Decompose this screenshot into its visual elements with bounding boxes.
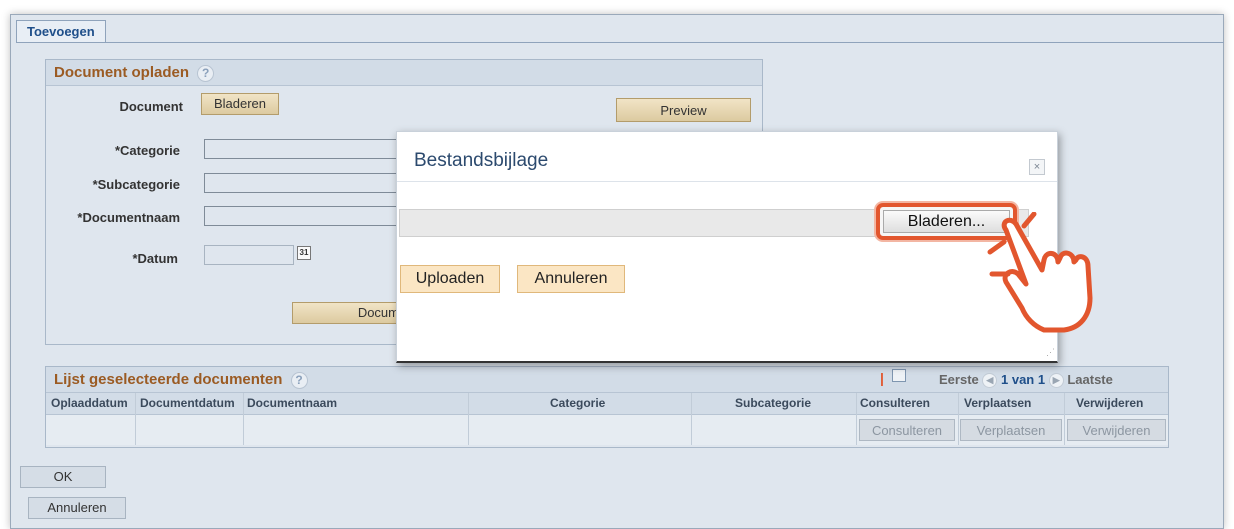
ok-button[interactable]: OK	[20, 466, 106, 488]
column-divider	[135, 393, 136, 445]
col-documentdatum[interactable]: Documentdatum	[140, 396, 235, 410]
popout-icon[interactable]	[892, 369, 906, 382]
nav-first[interactable]: Eerste	[939, 372, 979, 387]
verwijderen-button[interactable]: Verwijderen	[1067, 419, 1166, 441]
col-consulteren: Consulteren	[860, 396, 931, 410]
col-oplaaddatum[interactable]: Oplaaddatum	[51, 396, 128, 410]
upload-section-title: Document opladen	[54, 64, 190, 81]
document-list-section: Lijst geselecteerde documenten ? | Eerst…	[45, 366, 1169, 448]
datum-label: *Datum	[132, 251, 178, 266]
tab-toevoegen[interactable]: Toevoegen	[16, 20, 106, 42]
close-icon[interactable]: ×	[1029, 159, 1045, 175]
resize-grip-icon[interactable]: ⋰	[1046, 347, 1055, 358]
tab-divider	[16, 42, 1224, 43]
column-divider	[243, 393, 244, 445]
dialog-divider	[397, 181, 1057, 182]
file-attachment-dialog: Bestandsbijlage × Bladeren... Uploaden A…	[396, 131, 1058, 363]
column-divider	[468, 393, 469, 445]
upload-section-header: Document opladen ?	[46, 60, 762, 86]
nav-next-icon[interactable]: ▶	[1048, 373, 1064, 389]
datum-field[interactable]	[204, 245, 294, 265]
preview-button[interactable]: Preview	[616, 98, 751, 122]
col-categorie[interactable]: Categorie	[550, 396, 605, 410]
consulteren-button[interactable]: Consulteren	[859, 419, 955, 441]
nav-prev-icon[interactable]: ◀	[982, 373, 998, 389]
help-icon[interactable]: ?	[290, 371, 308, 389]
grid-navigation: Eerste ◀ 1 van 1 ▶ Laatste	[939, 372, 1113, 389]
verplaatsen-button[interactable]: Verplaatsen	[960, 419, 1062, 441]
documentnaam-label: *Documentnaam	[77, 210, 180, 225]
document-list-header: Lijst geselecteerde documenten ? | Eerst…	[46, 367, 1168, 393]
document-list-title: Lijst geselecteerde documenten	[54, 371, 283, 388]
document-add-button[interactable]: Docum	[292, 302, 402, 324]
upload-button[interactable]: Uploaden	[400, 265, 500, 293]
subcategory-label: *Subcategorie	[92, 177, 180, 192]
cancel-button[interactable]: Annuleren	[28, 497, 126, 519]
col-documentnaam[interactable]: Documentnaam	[247, 396, 337, 410]
help-icon[interactable]: ?	[197, 64, 215, 82]
subcategory-field[interactable]	[204, 173, 404, 193]
col-verplaatsen: Verplaatsen	[964, 396, 1032, 410]
col-verwijderen: Verwijderen	[1076, 396, 1144, 410]
col-subcategorie[interactable]: Subcategorie	[735, 396, 811, 410]
documentnaam-field[interactable]	[204, 206, 404, 226]
category-field[interactable]	[204, 139, 404, 159]
category-label: *Categorie	[114, 143, 180, 158]
column-divider	[691, 393, 692, 445]
nav-last[interactable]: Laatste	[1067, 372, 1113, 387]
dialog-title: Bestandsbijlage	[414, 150, 549, 171]
document-label: Document	[119, 99, 183, 114]
bladeren-button[interactable]: Bladeren	[201, 93, 279, 115]
column-divider	[1064, 393, 1065, 445]
nav-separator: |	[880, 370, 884, 386]
table-header: Oplaaddatum Documentdatum Documentnaam C…	[46, 393, 1168, 415]
hand-pointer-icon	[987, 212, 1093, 333]
column-divider	[856, 393, 857, 445]
calendar-icon[interactable]: 31	[297, 246, 311, 260]
dialog-cancel-button[interactable]: Annuleren	[517, 265, 625, 293]
column-divider	[958, 393, 959, 445]
nav-page: 1 van 1	[1001, 372, 1046, 387]
table-row: Consulteren Verplaatsen Verwijderen	[46, 415, 1168, 445]
